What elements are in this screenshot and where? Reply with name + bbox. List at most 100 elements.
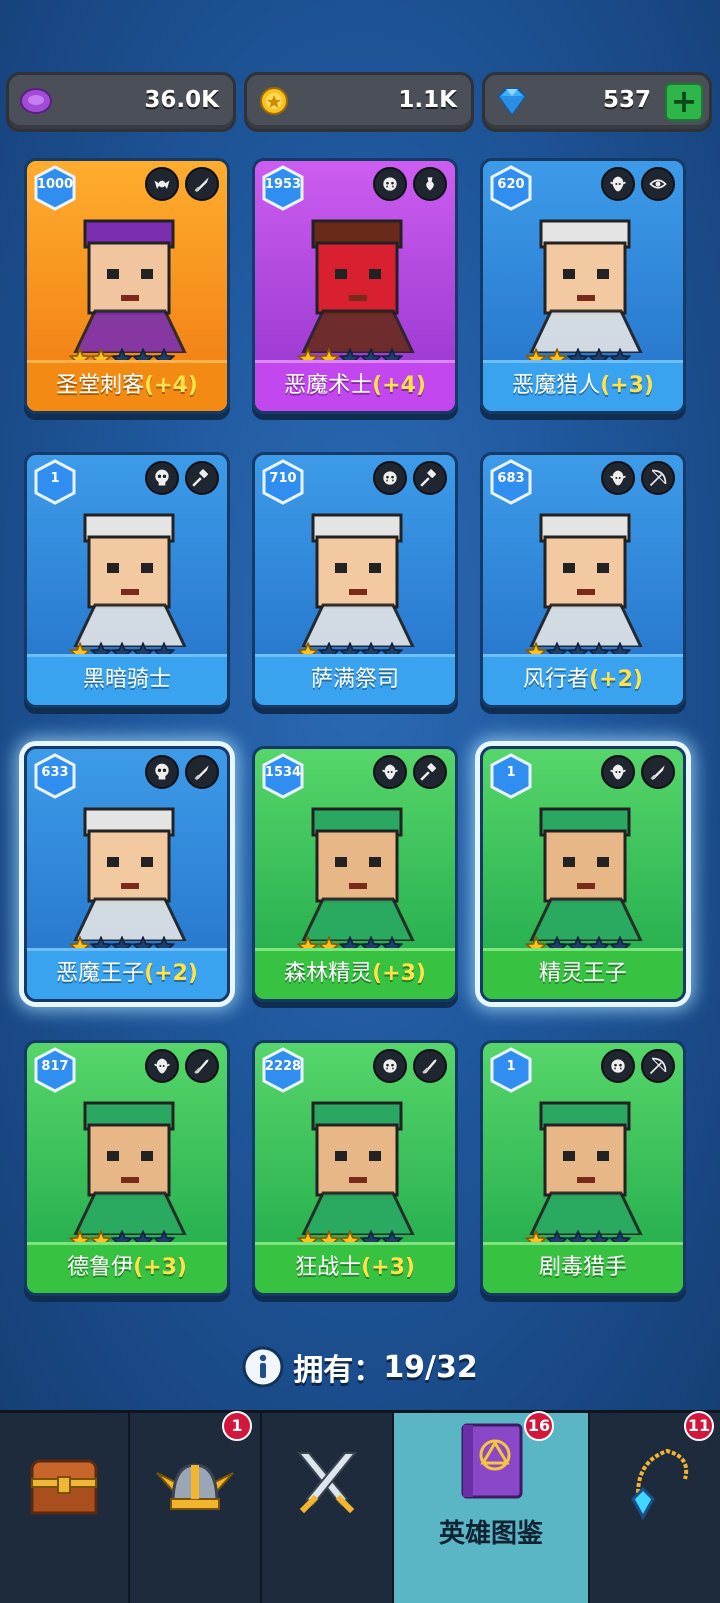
- hero-card[interactable]: 683 风行者(+2): [480, 452, 686, 708]
- dagger-icon: [185, 167, 219, 201]
- blue-gem-icon: [497, 88, 527, 116]
- magic-potion-icon: [413, 167, 447, 201]
- dagger-icon: [641, 755, 675, 789]
- hero-level: 1953: [264, 177, 302, 192]
- add-gems-button[interactable]: +: [665, 83, 703, 121]
- nav-tab-battle[interactable]: [262, 1413, 394, 1603]
- hero-portrait: [529, 219, 643, 353]
- hero-name-bar: 德鲁伊(+3): [27, 1242, 227, 1293]
- hero-card[interactable]: 1 黑暗骑士: [24, 452, 230, 708]
- hero-name: 萨满祭司: [310, 667, 399, 692]
- orc-face-icon: [373, 1049, 407, 1083]
- hero-bonus: (+3): [600, 373, 654, 398]
- hero-card[interactable]: 1534 森林精灵(+3): [252, 746, 458, 1002]
- hero-level: 817: [41, 1059, 69, 1074]
- hero-bonus: (+3): [372, 961, 426, 986]
- orc-face-icon: [373, 461, 407, 495]
- bow-icon: [641, 1049, 675, 1083]
- skull-icon: [145, 461, 179, 495]
- bottom-nav: 1 英雄图鉴 16 11: [0, 1410, 720, 1603]
- hero-card[interactable]: 1000 圣堂刺客(+4): [24, 158, 230, 414]
- gem-amount: 537: [602, 87, 651, 113]
- hammer-icon: [413, 755, 447, 789]
- hero-portrait: [301, 513, 415, 647]
- hero-name-bar: 恶魔王子(+2): [27, 948, 227, 999]
- hero-name: 精灵王子: [538, 961, 627, 986]
- hero-name-bar: 恶魔术士(+4): [255, 360, 455, 411]
- orc-face-icon: [601, 1049, 635, 1083]
- skull-icon: [145, 755, 179, 789]
- hero-name-bar: 风行者(+2): [483, 654, 683, 705]
- hero-level: 2228: [264, 1059, 302, 1074]
- nav-tab-encyclopedia[interactable]: 英雄图鉴 16: [394, 1411, 590, 1603]
- hero-name: 恶魔术士: [284, 373, 373, 398]
- hero-portrait: [529, 1101, 643, 1235]
- hero-name: 恶魔王子: [56, 961, 145, 986]
- info-icon[interactable]: [242, 1346, 284, 1388]
- hero-name-bar: 萨满祭司: [255, 654, 455, 705]
- elf-face-icon: [601, 755, 635, 789]
- hero-level: 1534: [264, 765, 302, 780]
- hero-card[interactable]: 620 恶魔猎人(+3): [480, 158, 686, 414]
- hero-bonus: (+3): [133, 1255, 187, 1280]
- hero-portrait: [301, 219, 415, 353]
- coin-amount: 1.1K: [398, 87, 457, 113]
- hero-bonus: (+4): [372, 373, 426, 398]
- hero-portrait: [529, 513, 643, 647]
- hero-card[interactable]: 1953 恶魔术士(+4): [252, 158, 458, 414]
- hero-card[interactable]: 2228 狂战士(+3): [252, 1040, 458, 1296]
- sword-icon: [185, 1049, 219, 1083]
- owned-count: 19/32: [383, 1349, 478, 1385]
- hero-level: 1: [506, 1059, 516, 1074]
- hero-card[interactable]: 633 恶魔王子(+2): [24, 746, 230, 1002]
- hero-portrait: [73, 807, 187, 941]
- orb-amount: 36.0K: [144, 87, 219, 113]
- hero-level: 1: [506, 765, 516, 780]
- hero-name-bar: 恶魔猎人(+3): [483, 360, 683, 411]
- hero-bonus: (+4): [144, 373, 198, 398]
- hero-level: 1000: [36, 177, 74, 192]
- hero-name-bar: 森林精灵(+3): [255, 948, 455, 999]
- hero-portrait: [529, 807, 643, 941]
- hero-bonus: (+3): [361, 1255, 415, 1280]
- heroes-notification-badge: 1: [222, 1411, 252, 1441]
- sword-icon: [413, 1049, 447, 1083]
- encyclopedia-notification-badge: 16: [524, 1411, 554, 1441]
- hero-portrait: [301, 1101, 415, 1235]
- bow-icon: [641, 461, 675, 495]
- hero-name-bar: 精灵王子: [483, 948, 683, 999]
- hero-card[interactable]: 1 精灵王子: [480, 746, 686, 1002]
- hero-level: 1: [50, 471, 60, 486]
- elf-face-icon: [145, 1049, 179, 1083]
- hero-portrait: [73, 1101, 187, 1235]
- hero-name-bar: 黑暗骑士: [27, 654, 227, 705]
- hero-name-bar: 圣堂刺客(+4): [27, 360, 227, 411]
- hero-name: 德鲁伊: [67, 1255, 134, 1280]
- hero-card[interactable]: 1 剧毒猎手: [480, 1040, 686, 1296]
- orb-currency-counter[interactable]: 36.0K: [6, 72, 236, 132]
- purple-orb-icon: [20, 88, 52, 114]
- gem-currency-counter[interactable]: 537 +: [482, 72, 712, 132]
- owned-count-row: 拥有：19/32: [0, 1345, 720, 1401]
- nav-tab-heroes[interactable]: 1: [130, 1411, 262, 1603]
- gold-coin-icon: [260, 87, 288, 115]
- hero-portrait: [73, 219, 187, 353]
- nav-tab-chest[interactable]: [0, 1413, 130, 1603]
- hero-level: 683: [497, 471, 525, 486]
- hero-name: 恶魔猎人: [512, 373, 601, 398]
- hero-card[interactable]: 817 德鲁伊(+3): [24, 1040, 230, 1296]
- owned-label: 拥有：: [293, 1353, 384, 1388]
- hero-name: 森林精灵: [284, 961, 373, 986]
- hero-card[interactable]: 710 萨满祭司: [252, 452, 458, 708]
- elf-face-icon: [601, 461, 635, 495]
- amulet-icon: [631, 1448, 689, 1521]
- treasure-chest-icon: [30, 1459, 98, 1515]
- amulet-notification-badge: 11: [684, 1411, 714, 1441]
- hero-level: 710: [269, 471, 297, 486]
- hero-bonus: (+2): [144, 961, 198, 986]
- hammer-icon: [185, 461, 219, 495]
- hammer-icon: [413, 461, 447, 495]
- coin-currency-counter[interactable]: 1.1K: [244, 72, 474, 132]
- hero-portrait: [73, 513, 187, 647]
- nav-tab-amulet[interactable]: 11: [590, 1411, 720, 1603]
